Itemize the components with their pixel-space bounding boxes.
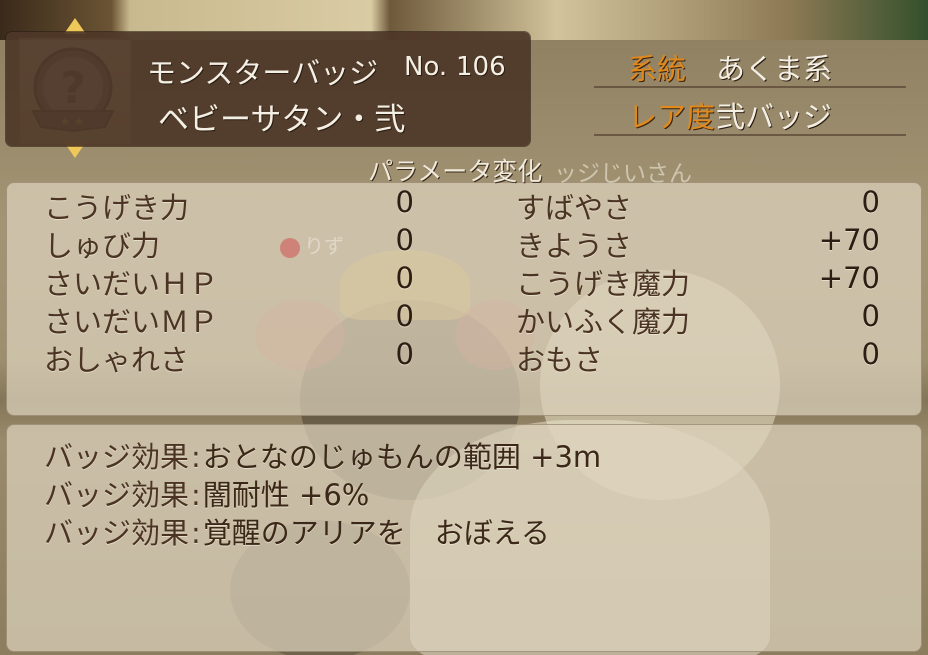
- effect-text: 覚醒のアリアを おぼえる: [202, 516, 550, 550]
- param-value: 0: [395, 223, 414, 257]
- param-value: +70: [818, 261, 880, 295]
- category-row: 系統 あくま系: [594, 42, 906, 88]
- param-value: 0: [395, 261, 414, 295]
- param-label: こうげき魔力: [516, 267, 691, 301]
- param-label: さいだいＨＰ: [44, 267, 219, 301]
- badge-monster-name: ベビーサタン・弐: [158, 102, 406, 138]
- param-row: こうげき力 0: [44, 185, 414, 225]
- param-label: こうげき力: [44, 191, 190, 225]
- param-value: 0: [861, 185, 880, 219]
- effect-label: バッジ効果: [44, 440, 190, 474]
- rarity-row: レア度 弐バッジ: [594, 90, 906, 136]
- param-row: かいふく魔力 0: [516, 299, 880, 339]
- param-label: きようさ: [516, 229, 633, 263]
- param-label: すばやさ: [516, 191, 633, 225]
- param-row: さいだいＭＰ 0: [44, 299, 414, 339]
- param-value: 0: [861, 299, 880, 333]
- effect-label: バッジ効果: [44, 478, 190, 512]
- param-row: きようさ +70: [516, 223, 880, 263]
- badge-effect-row: バッジ効果:闇耐性 +6%: [44, 472, 369, 514]
- category-label: 系統: [628, 52, 687, 86]
- badge-number-label: No.: [404, 52, 448, 82]
- param-label: おしゃれさ: [44, 343, 190, 377]
- effect-label: バッジ効果: [44, 516, 190, 550]
- section-title: パラメータ変化: [368, 157, 543, 186]
- param-value: 0: [395, 185, 414, 219]
- param-label: さいだいＭＰ: [44, 305, 219, 339]
- rarity-value: 弐バッジ: [716, 100, 833, 134]
- param-label: おもさ: [516, 343, 604, 377]
- badge-effect-row: バッジ効果:覚醒のアリアを おぼえる: [44, 510, 550, 552]
- param-label: しゅび力: [44, 229, 161, 263]
- badge-effect-row: バッジ効果:おとなのじゅもんの範囲 +3m: [44, 434, 601, 476]
- effect-text: 闇耐性 +6%: [202, 478, 370, 512]
- param-value: +70: [818, 223, 880, 257]
- param-label: かいふく魔力: [516, 305, 691, 339]
- param-row: おしゃれさ 0: [44, 337, 414, 377]
- param-row: おもさ 0: [516, 337, 880, 377]
- param-value: 0: [861, 337, 880, 371]
- param-row: しゅび力 0: [44, 223, 414, 263]
- param-value: 0: [395, 299, 414, 333]
- rarity-label: レア度: [628, 100, 716, 134]
- badge-number-value: 106: [456, 52, 506, 82]
- param-row: こうげき魔力 +70: [516, 261, 880, 301]
- param-value: 0: [395, 337, 414, 371]
- param-row: さいだいＨＰ 0: [44, 261, 414, 301]
- background-npc-name: ッジじいさん: [554, 161, 692, 187]
- effect-text: おとなのじゅもんの範囲 +3m: [202, 440, 602, 474]
- param-row: すばやさ 0: [516, 185, 880, 225]
- category-value: あくま系: [716, 52, 833, 86]
- badge-type-name: モンスターバッジ: [147, 56, 379, 90]
